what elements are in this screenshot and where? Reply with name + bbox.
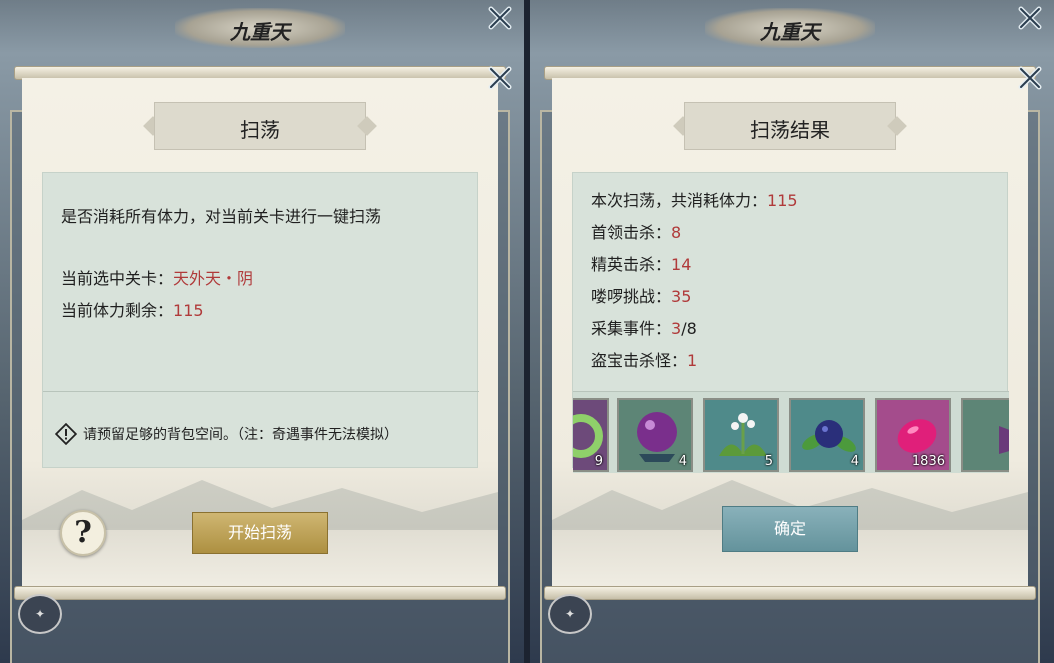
sweep-result-panel: 本次扫荡，共消耗体力：115 首领击杀：8 精英击杀：14 喽啰挑战：35 采集… bbox=[572, 172, 1009, 473]
summary-label: 本次扫荡，共消耗体力： bbox=[591, 191, 768, 210]
top-banner-title: 九重天 bbox=[230, 20, 290, 44]
dialog-title-plate: 扫荡 bbox=[143, 102, 377, 150]
warning-icon bbox=[55, 423, 77, 445]
stat-row: 首领击杀：8 bbox=[591, 219, 681, 243]
top-close-icon[interactable] bbox=[486, 4, 514, 32]
stat-value: 1 bbox=[687, 351, 698, 370]
dialog-title-plate: 扫荡结果 bbox=[673, 102, 907, 150]
stat-value: 3 bbox=[671, 319, 682, 338]
reward-item[interactable]: 4 bbox=[789, 398, 865, 472]
stamina-label: 当前体力剩余： bbox=[61, 301, 174, 320]
top-banner: 九重天 bbox=[705, 8, 875, 48]
stat-label: 首领击杀： bbox=[591, 223, 672, 242]
top-banner: 九重天 bbox=[175, 8, 345, 48]
stamina-value: 115 bbox=[173, 301, 204, 320]
divider bbox=[43, 391, 479, 392]
summary-value: 115 bbox=[767, 191, 798, 210]
reward-item[interactable]: 1836 bbox=[875, 398, 951, 472]
sweep-result-screen: 九重天 扫荡结果 本次扫荡，共消耗体力：115 首领击杀：8 精英击杀：14 喽… bbox=[530, 0, 1054, 663]
stat-suffix: /8 bbox=[681, 319, 697, 338]
selected-stage-value: 天外天・阴 bbox=[173, 269, 254, 288]
selected-stage-label: 当前选中关卡： bbox=[61, 269, 174, 288]
stat-label: 盗宝击杀怪： bbox=[591, 351, 688, 370]
reward-item[interactable] bbox=[961, 398, 1009, 472]
item-count: 1836 bbox=[911, 454, 945, 469]
item-count: 5 bbox=[764, 454, 773, 469]
reward-items-strip[interactable]: 9 4 5 4 1836 bbox=[573, 391, 1009, 473]
selected-stage-row: 当前选中关卡：天外天・阴 bbox=[61, 265, 253, 289]
top-close-icon[interactable] bbox=[1016, 4, 1044, 32]
sweep-confirm-screen: 九重天 扫荡 是否消耗所有体力，对当前关卡进行一键扫荡 当前选中关卡：天外天・阴… bbox=[0, 0, 524, 663]
menu-icon[interactable]: ✦ bbox=[18, 594, 62, 634]
menu-icon[interactable]: ✦ bbox=[548, 594, 592, 634]
close-icon[interactable] bbox=[1016, 64, 1044, 92]
stat-row: 盗宝击杀怪：1 bbox=[591, 347, 697, 371]
scroll-bottom-rod bbox=[14, 586, 506, 600]
confirm-button[interactable]: 确定 bbox=[722, 506, 858, 552]
warning-text: 请预留足够的背包空间。（注：奇遇事件无法模拟） bbox=[83, 427, 398, 443]
warning-row: 请预留足够的背包空间。（注：奇遇事件无法模拟） bbox=[55, 423, 398, 445]
reward-item[interactable]: 5 bbox=[703, 398, 779, 472]
sweep-message: 是否消耗所有体力，对当前关卡进行一键扫荡 bbox=[61, 207, 382, 226]
reward-item[interactable]: 4 bbox=[617, 398, 693, 472]
sweep-info-panel: 是否消耗所有体力，对当前关卡进行一键扫荡 当前选中关卡：天外天・阴 当前体力剩余… bbox=[42, 172, 479, 468]
stamina-row: 当前体力剩余：115 bbox=[61, 297, 204, 321]
item-count: 9 bbox=[594, 454, 603, 469]
dialog-title: 扫荡结果 bbox=[750, 118, 830, 142]
scroll-bottom-rod bbox=[544, 586, 1036, 600]
start-sweep-button[interactable]: 开始扫荡 bbox=[192, 512, 328, 554]
stat-label: 精英击杀： bbox=[591, 255, 672, 274]
stat-row: 精英击杀：14 bbox=[591, 251, 691, 275]
help-button[interactable]: ? bbox=[60, 510, 106, 556]
stat-row: 喽啰挑战：35 bbox=[591, 283, 691, 307]
stat-value: 14 bbox=[671, 255, 692, 274]
summary-row: 本次扫荡，共消耗体力：115 bbox=[591, 187, 798, 211]
dialog-title: 扫荡 bbox=[240, 118, 280, 142]
top-banner-title: 九重天 bbox=[760, 20, 820, 44]
item-count: 4 bbox=[678, 454, 687, 469]
stat-label: 喽啰挑战： bbox=[591, 287, 672, 306]
stat-label: 采集事件： bbox=[591, 319, 672, 338]
reward-item[interactable]: 9 bbox=[573, 398, 609, 472]
close-icon[interactable] bbox=[486, 64, 514, 92]
stat-value: 35 bbox=[671, 287, 692, 306]
item-count: 4 bbox=[850, 454, 859, 469]
stat-row: 采集事件：3/8 bbox=[591, 315, 697, 339]
purple-crystal-icon bbox=[999, 426, 1009, 454]
stat-value: 8 bbox=[671, 223, 682, 242]
